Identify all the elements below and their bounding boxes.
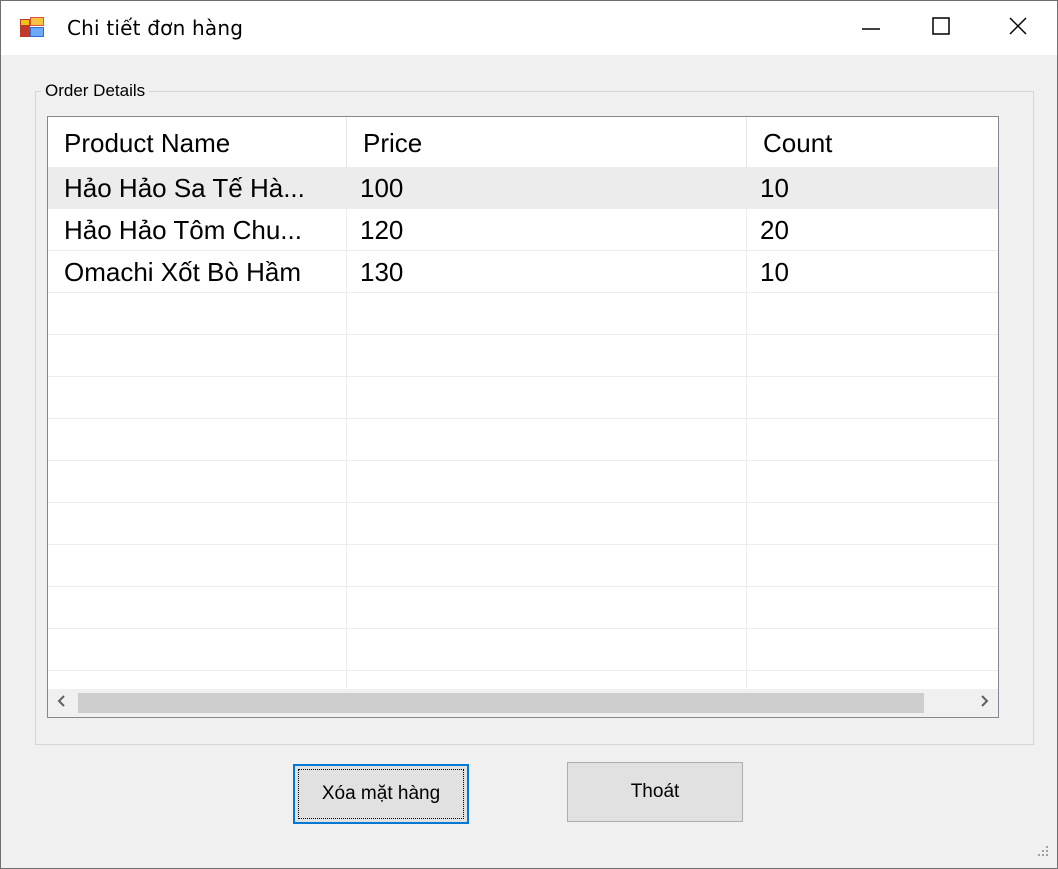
scroll-left-button[interactable]	[48, 689, 76, 717]
cell-product-name: Omachi Xốt Bò Hầm	[64, 257, 301, 287]
groupbox-legend: Order Details	[41, 81, 150, 101]
grid-line	[48, 670, 998, 671]
title-bar[interactable]: Chi tiết đơn hàng	[1, 1, 1057, 55]
grid-line	[48, 250, 998, 251]
column-header-price[interactable]: Price	[346, 117, 746, 167]
grid-line	[48, 376, 998, 377]
close-button[interactable]	[985, 1, 1051, 55]
grid-line	[48, 544, 998, 545]
cell-count: 20	[760, 215, 789, 245]
cell-price: 130	[360, 257, 404, 287]
exit-label: Thoát	[630, 781, 680, 802]
grid-line	[48, 502, 998, 503]
grid-line	[346, 167, 347, 689]
order-details-window: Chi tiết đơn hàng Order Details Product …	[0, 0, 1058, 869]
close-icon	[1008, 16, 1028, 41]
order-details-listview[interactable]: Product Name Price Count Hảo Hảo Sa Tế H…	[47, 116, 999, 718]
cell-count: 10	[760, 257, 789, 287]
exit-button[interactable]: Thoát	[567, 762, 743, 822]
cell-product-name: Hảo Hảo Tôm Chu...	[64, 215, 302, 245]
scroll-thumb[interactable]	[78, 693, 924, 713]
cell-price: 120	[360, 215, 404, 245]
grid-line	[746, 167, 747, 689]
column-header-product-name[interactable]: Product Name	[48, 117, 346, 167]
maximize-icon	[931, 16, 951, 41]
grid-line	[48, 208, 998, 209]
chevron-left-icon	[56, 694, 68, 713]
table-row[interactable]: Omachi Xốt Bò Hầm 130 10	[48, 251, 998, 293]
minimize-icon	[861, 16, 881, 41]
focus-rectangle	[298, 769, 464, 819]
listview-body: Hảo Hảo Sa Tế Hà... 100 10 Hảo Hảo Tôm C…	[48, 167, 998, 689]
scroll-right-button[interactable]	[970, 689, 998, 717]
chevron-right-icon	[978, 694, 990, 713]
table-row[interactable]: Hảo Hảo Sa Tế Hà... 100 10	[48, 167, 998, 209]
grid-line	[48, 292, 998, 293]
cell-product-name: Hảo Hảo Sa Tế Hà...	[64, 173, 305, 203]
column-header-count[interactable]: Count	[746, 117, 998, 167]
resize-grip-icon[interactable]	[1031, 841, 1051, 861]
cell-count: 10	[760, 173, 789, 203]
minimize-button[interactable]	[838, 1, 904, 55]
listview-header: Product Name Price Count	[48, 117, 998, 167]
grid-line	[48, 460, 998, 461]
cell-price: 100	[360, 173, 404, 203]
horizontal-scrollbar[interactable]	[48, 689, 998, 717]
maximize-button[interactable]	[908, 1, 974, 55]
grid-line	[48, 628, 998, 629]
app-form-icon	[20, 17, 44, 39]
window-title: Chi tiết đơn hàng	[67, 16, 244, 40]
delete-item-button[interactable]: Xóa mặt hàng	[293, 764, 469, 824]
table-row[interactable]: Hảo Hảo Tôm Chu... 120 20	[48, 209, 998, 251]
grid-line	[48, 586, 998, 587]
grid-line	[48, 334, 998, 335]
grid-line	[48, 418, 998, 419]
